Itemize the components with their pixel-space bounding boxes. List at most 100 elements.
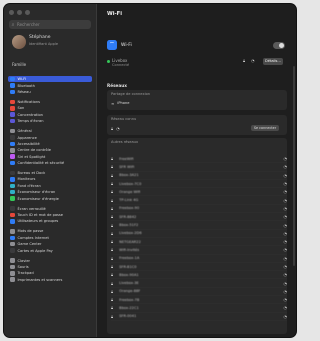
network-row[interactable]: 🔒︎ Livebox-7C0 ◔ (111, 180, 288, 189)
sidebar-item-icon (10, 148, 15, 153)
minimize-button[interactable] (17, 10, 22, 15)
sidebar-item[interactable]: Siri et Spotlight (8, 153, 92, 159)
sidebar-item-icon (10, 183, 15, 189)
sidebar-item[interactable]: Concentration (8, 112, 92, 118)
network-name: Bbox-22C1 (119, 305, 139, 310)
network-row[interactable]: 🔒︎ Orange Wifi ◔ (111, 188, 287, 197)
wifi-signal-icon: ◔ (283, 230, 288, 236)
wifi-signal-icon: ◔ (283, 181, 288, 187)
network-row[interactable]: 🔒︎ SFR-8842 ◔ (111, 213, 287, 222)
sidebar-item-label: Cartes et Apple Pay (17, 248, 53, 253)
wifi-signal-icon: ◔ (251, 58, 255, 63)
wifi-signal-icon: ◔ (283, 272, 288, 278)
account-name: Stéphane (29, 35, 51, 40)
scrollbar[interactable] (293, 66, 295, 266)
sidebar-item-label: Son (17, 106, 25, 111)
network-row[interactable]: 🔒︎ SFR WiFi ◔ (111, 163, 287, 172)
sidebar-item-icon (10, 241, 15, 247)
known-network-panel: Réseau connu 🔒︎ ◔ Se connecter (107, 115, 287, 135)
sidebar-item-label: Trackpad (17, 271, 34, 276)
sidebar-item-icon (10, 229, 15, 234)
wifi-signal-icon: ◔ (283, 305, 288, 311)
network-row[interactable]: 🔒︎ Bbox-22C1 ◔ (111, 304, 288, 313)
network-row[interactable]: 🔒︎ Freebox-1A ◔ (111, 255, 287, 263)
network-row[interactable]: 🔒︎ TP-Link 4G ◔ (111, 196, 288, 205)
network-row[interactable]: 🔒︎ NETGEAR22 ◔ (111, 238, 287, 247)
sidebar-item-icon (10, 83, 15, 88)
network-row[interactable]: 🔒︎ FreeWifi ◔ (111, 155, 287, 164)
sidebar-item-label: Souris (17, 264, 29, 269)
network-row[interactable]: 🔒︎ Livebox-2D6 ◔ (111, 230, 287, 238)
sidebar-item-label: Réseau (17, 89, 31, 94)
sidebar-item-icon (10, 258, 15, 263)
sidebar-item[interactable]: Clavier (8, 257, 92, 263)
sidebar-item[interactable]: Comptes Internet (8, 235, 92, 241)
wifi-toggle[interactable] (273, 42, 285, 49)
network-row[interactable]: 🔒︎ Freebox-90 ◔ (111, 205, 287, 214)
sidebar-item-icon (10, 76, 15, 82)
sidebar: ⌕ Rechercher Stéphane Identifiant Apple … (4, 4, 97, 337)
network-row[interactable]: 🔒︎ Freebox-7B ◔ (111, 296, 287, 305)
sidebar-item[interactable]: Écran verrouillé (8, 205, 92, 211)
sidebar-item-icon (10, 212, 15, 218)
search-field[interactable]: ⌕ Rechercher (9, 20, 91, 29)
lock-icon: 🔒︎ (111, 197, 114, 203)
sidebar-item-label: Notifications (17, 99, 41, 104)
network-name: SFR-B1C0 (119, 264, 137, 269)
page-title: Wi-Fi (107, 11, 122, 17)
sidebar-item-label: Temps d'écran (17, 119, 44, 124)
lock-icon: 🔒︎ (111, 264, 114, 269)
network-name: Bbox-51F2 (119, 223, 139, 228)
network-name: Livebox-2D6 (119, 231, 142, 236)
wifi-signal-icon: ◔ (283, 197, 288, 203)
details-button[interactable]: Détails… (263, 58, 283, 65)
sidebar-item-label: Général (17, 129, 32, 134)
network-name: Livebox-7C0 (119, 181, 142, 186)
sidebar-item-icon (10, 170, 15, 176)
sidebar-item-icon (10, 89, 15, 95)
network-row[interactable]: 🔒︎ Wifi-Invités ◔ (111, 246, 287, 255)
sidebar-item[interactable]: Imprimantes et scanners (8, 277, 92, 283)
sidebar-item-label: Wi-Fi (17, 77, 27, 82)
known-network-row[interactable]: 🔒︎ ◔ Se connecter (111, 124, 283, 132)
wifi-signal-icon: ◔ (283, 288, 288, 294)
hotspot-row[interactable]: ∞ iPhone (111, 99, 283, 107)
sidebar-item[interactable]: Moniteurs (8, 176, 92, 182)
network-row[interactable]: 🔒︎ Bbox-90A1 ◔ (111, 271, 288, 280)
lock-icon: 🔒︎ (111, 172, 114, 178)
network-row[interactable]: 🔒︎ Bbox-3A21 ◔ (111, 172, 287, 180)
zoom-button[interactable] (25, 10, 30, 15)
sidebar-item[interactable]: Son (8, 105, 92, 111)
wifi-signal-icon: ◔ (283, 172, 288, 178)
network-name: SFR WiFi (119, 164, 135, 169)
lock-icon: 🔒︎ (111, 297, 114, 303)
sidebar-item[interactable]: Bluetooth (8, 82, 92, 88)
lock-icon: 🔒︎ (111, 288, 114, 294)
account-entry[interactable]: Stéphane Identifiant Apple Famille (12, 35, 92, 67)
sidebar-item-icon (10, 135, 15, 140)
wifi-signal-icon: ◔ (283, 264, 288, 269)
sidebar-item[interactable]: Apparence (8, 134, 92, 140)
sidebar-item[interactable]: Mots de passe (8, 228, 92, 234)
sidebar-item-icon (10, 141, 15, 147)
hotspot-label: Partage de connexion (111, 92, 151, 96)
network-row[interactable]: 🔒︎ SFR-B1C0 ◔ (111, 263, 288, 272)
sidebar-item-label: Fond d'écran (17, 183, 41, 188)
network-row[interactable]: 🔒︎ Livebox-3E ◔ (111, 279, 287, 288)
lock-icon: 🔒︎ (111, 156, 114, 162)
wifi-signal-icon: ◔ (283, 222, 288, 228)
sidebar-item-label: Comptes Internet (17, 235, 49, 240)
network-row[interactable]: 🔒︎ Bbox-51F2 ◔ (111, 221, 288, 230)
sidebar-item-label: Accessibilité (17, 141, 40, 146)
network-row[interactable]: 🔒︎ SFR-0041 ◔ (111, 313, 287, 321)
sidebar-item-icon (10, 196, 15, 201)
network-name: Freebox-90 (119, 206, 140, 211)
settings-nav: Wi-Fi Bluetooth Réseau Notifications Son Conc… (8, 76, 92, 283)
wifi-label: Wi-Fi (121, 43, 132, 48)
close-button[interactable] (9, 10, 14, 15)
sidebar-item[interactable]: Trackpad (8, 270, 92, 276)
current-network: Livebox Connecté 🔒︎ ◔ Détails… (107, 58, 287, 68)
family-item[interactable]: Famille (12, 62, 26, 67)
network-row[interactable]: 🔒︎ Orange-88F ◔ (111, 288, 288, 297)
connect-button[interactable]: Se connecter (251, 125, 279, 131)
